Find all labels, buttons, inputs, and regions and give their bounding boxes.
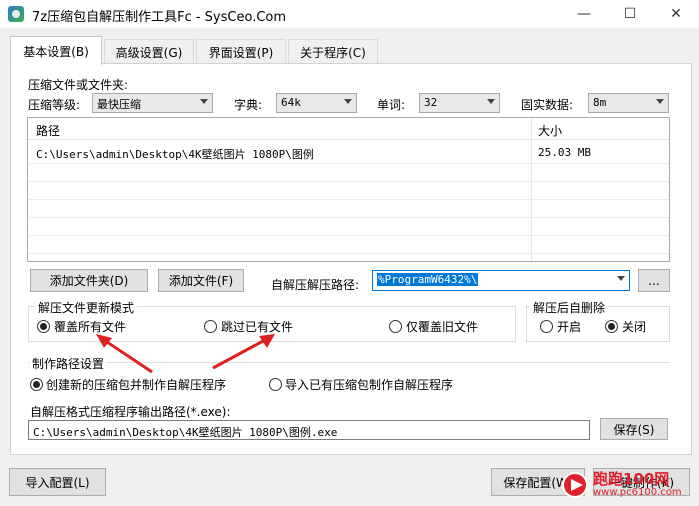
compress-level-label: 压缩等级: bbox=[28, 98, 81, 112]
select-value: %ProgramW6432%\ bbox=[377, 273, 479, 286]
watermark-logo: 跑跑100网 www.pc6100.com bbox=[553, 466, 693, 504]
divider bbox=[28, 217, 669, 218]
import-config-button[interactable]: 导入配置(L) bbox=[9, 468, 106, 496]
annotation-arrow-icon bbox=[96, 334, 153, 374]
radio-dot[interactable] bbox=[540, 320, 553, 333]
radio-label: 仅覆盖旧文件 bbox=[406, 320, 479, 334]
radio-label: 导入已有压缩包制作自解压程序 bbox=[285, 378, 454, 392]
radio-label: 创建新的压缩包并制作自解压程序 bbox=[46, 378, 227, 392]
table-cell-size[interactable]: 25.03 MB bbox=[538, 146, 591, 159]
tab-advanced-settings[interactable]: 高级设置(G) bbox=[104, 39, 194, 64]
file-list[interactable]: 路径 大小 C:\Users\admin\Desktop\4K壁纸图片 1080… bbox=[27, 117, 670, 262]
app-icon bbox=[8, 6, 24, 22]
solid-label: 固实数据: bbox=[521, 98, 574, 112]
divider bbox=[28, 235, 669, 236]
divider bbox=[28, 253, 669, 254]
chevron-down-icon bbox=[344, 99, 352, 104]
close-button[interactable]: ✕ bbox=[653, 0, 699, 28]
output-path-label: 自解压格式压缩程序输出路径(*.exe): bbox=[30, 405, 231, 419]
auto-delete-label: 解压后自删除 bbox=[530, 299, 609, 316]
radio-dot[interactable] bbox=[30, 378, 43, 391]
dict-label: 字典: bbox=[234, 98, 263, 112]
table-cell-path[interactable]: C:\Users\admin\Desktop\4K壁纸图片 1080P\图例 bbox=[36, 146, 314, 162]
radio-dot[interactable] bbox=[37, 320, 50, 333]
radio-delete-off[interactable]: 关闭 bbox=[605, 318, 646, 335]
divider bbox=[28, 181, 669, 182]
chevron-down-icon bbox=[200, 99, 208, 104]
solid-select[interactable]: 8m bbox=[588, 93, 669, 113]
word-label: 单词: bbox=[377, 98, 406, 112]
radio-dot[interactable] bbox=[389, 320, 402, 333]
select-value: 32 bbox=[424, 96, 438, 109]
dict-select[interactable]: 64k bbox=[276, 93, 357, 113]
divider bbox=[28, 163, 669, 164]
tab-interface-settings[interactable]: 界面设置(P) bbox=[196, 39, 286, 64]
tab-about[interactable]: 关于程序(C) bbox=[288, 39, 378, 64]
update-mode-label: 解压文件更新模式 bbox=[35, 299, 138, 316]
radio-import-existing[interactable]: 导入已有压缩包制作自解压程序 bbox=[269, 376, 453, 393]
divider bbox=[28, 199, 669, 200]
column-header-size[interactable]: 大小 bbox=[538, 122, 562, 139]
tab-label: 关于程序(C) bbox=[300, 45, 366, 60]
radio-delete-on[interactable]: 开启 bbox=[540, 318, 581, 335]
save-button[interactable]: 保存(S) bbox=[600, 418, 668, 440]
output-path-field[interactable]: C:\Users\admin\Desktop\4K壁纸图片 1080P\图例.e… bbox=[28, 420, 590, 440]
tab-label: 高级设置(G) bbox=[115, 45, 183, 60]
word-select[interactable]: 32 bbox=[419, 93, 500, 113]
select-value: 64k bbox=[281, 96, 301, 109]
annotation-arrow-icon bbox=[212, 334, 275, 370]
radio-dot[interactable] bbox=[269, 378, 282, 391]
radio-create-new[interactable]: 创建新的压缩包并制作自解压程序 bbox=[30, 376, 226, 393]
compress-group-label: 压缩文件或文件夹: bbox=[28, 78, 129, 92]
browse-button[interactable]: ... bbox=[638, 269, 670, 292]
chevron-down-icon bbox=[487, 99, 495, 104]
tab-basic-settings[interactable]: 基本设置(B) bbox=[10, 36, 102, 65]
title-bar: 7z压缩包自解压制作工具Fc - SysCeo.Com — ☐ ✕ bbox=[0, 0, 699, 28]
radio-label: 关闭 bbox=[622, 320, 647, 334]
radio-dot[interactable] bbox=[605, 320, 618, 333]
tab-label: 界面设置(P) bbox=[208, 45, 274, 60]
extract-path-label: 自解压解压路径: bbox=[271, 278, 360, 292]
select-value: 8m bbox=[593, 96, 607, 109]
extract-path-combo[interactable]: %ProgramW6432%\ bbox=[372, 270, 630, 291]
radio-overwrite-old[interactable]: 仅覆盖旧文件 bbox=[389, 318, 478, 335]
select-value: 最快压缩 bbox=[97, 98, 141, 111]
tab-label: 基本设置(B) bbox=[23, 44, 89, 59]
column-header-path[interactable]: 路径 bbox=[36, 122, 60, 139]
watermark-text: 跑跑100网 bbox=[593, 470, 670, 488]
add-folder-button[interactable]: 添加文件夹(D) bbox=[30, 269, 148, 292]
watermark-url: www.pc6100.com bbox=[593, 487, 682, 498]
column-divider bbox=[531, 118, 532, 261]
chevron-down-icon bbox=[656, 99, 664, 104]
chevron-down-icon bbox=[617, 276, 625, 281]
add-file-button[interactable]: 添加文件(F) bbox=[158, 269, 244, 292]
radio-label: 开启 bbox=[557, 320, 582, 334]
compress-level-select[interactable]: 最快压缩 bbox=[92, 93, 213, 113]
maximize-button[interactable]: ☐ bbox=[607, 0, 653, 28]
minimize-button[interactable]: — bbox=[561, 0, 607, 28]
window-title: 7z压缩包自解压制作工具Fc - SysCeo.Com bbox=[32, 10, 287, 25]
list-header bbox=[28, 118, 669, 140]
